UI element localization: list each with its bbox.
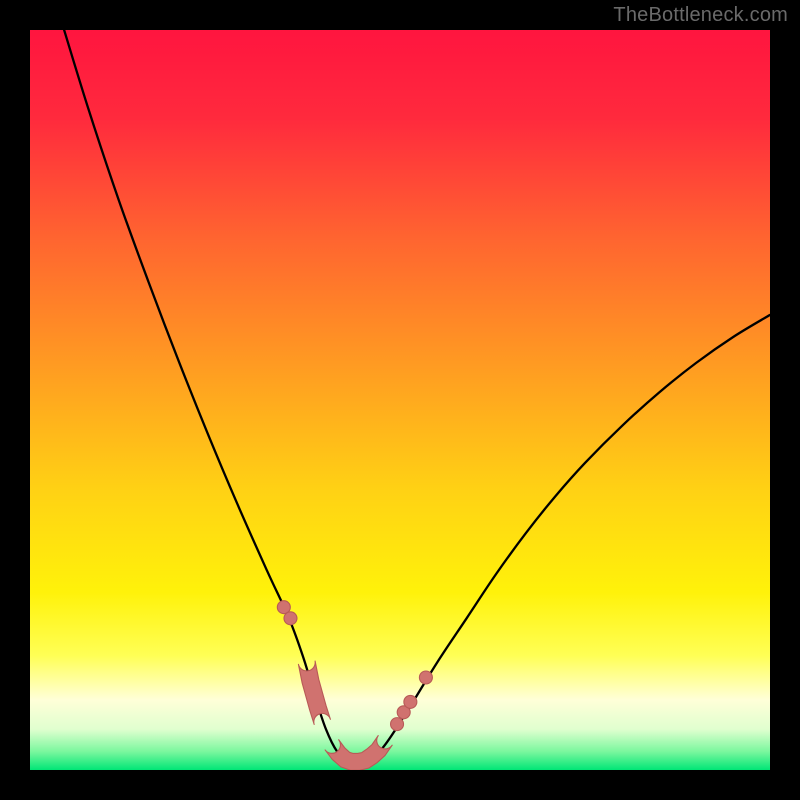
plot-area: [30, 30, 770, 770]
marker-point: [391, 718, 404, 731]
gradient-background: [30, 30, 770, 770]
marker-point: [419, 671, 432, 684]
app-frame: TheBottleneck.com: [0, 0, 800, 800]
watermark-text: TheBottleneck.com: [613, 4, 788, 27]
marker-point: [404, 695, 417, 708]
plot-svg: [30, 30, 770, 770]
marker-point: [284, 612, 297, 625]
